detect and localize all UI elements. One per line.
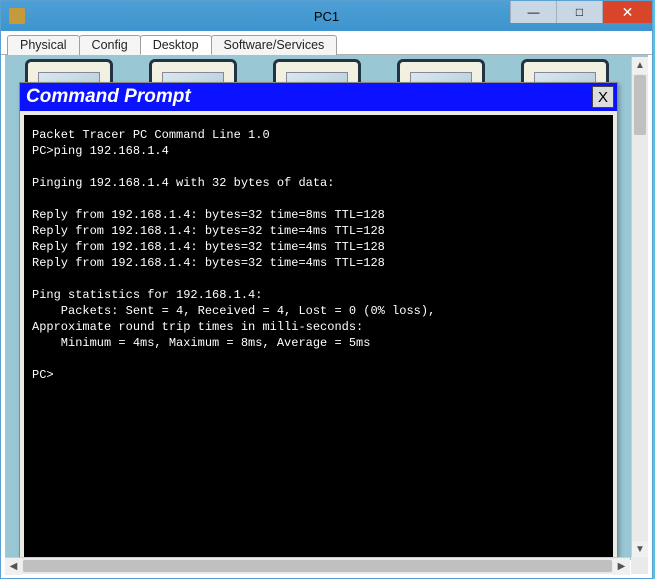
minimize-button[interactable]: — (510, 1, 556, 23)
tab-software-services[interactable]: Software/Services (211, 35, 338, 55)
command-prompt-window: Command Prompt X Packet Tracer PC Comman… (19, 82, 618, 560)
tab-physical[interactable]: Physical (7, 35, 80, 55)
scroll-left-icon[interactable]: ◀ (5, 558, 22, 575)
tab-bar: Physical Config Desktop Software/Service… (1, 31, 652, 55)
command-prompt-titlebar[interactable]: Command Prompt X (20, 83, 617, 111)
tab-config[interactable]: Config (79, 35, 141, 55)
app-icon (9, 8, 25, 24)
close-button[interactable]: ✕ (602, 1, 652, 23)
scroll-corner (631, 557, 648, 574)
maximize-button[interactable]: □ (556, 1, 602, 23)
desktop-area: Command Prompt X Packet Tracer PC Comman… (5, 55, 648, 560)
outer-titlebar[interactable]: PC1 — □ ✕ (1, 1, 652, 31)
command-prompt-close-button[interactable]: X (592, 86, 614, 108)
window-controls: — □ ✕ (510, 1, 652, 23)
horizontal-scrollbar[interactable]: ◀ ▶ (5, 557, 630, 574)
vertical-scroll-thumb[interactable] (634, 75, 646, 135)
scroll-down-icon[interactable]: ▼ (632, 541, 648, 558)
vertical-scrollbar[interactable]: ▲ ▼ (631, 57, 648, 558)
command-prompt-terminal[interactable]: Packet Tracer PC Command Line 1.0 PC>pin… (24, 115, 613, 560)
horizontal-scroll-thumb[interactable] (23, 560, 612, 572)
scroll-up-icon[interactable]: ▲ (632, 57, 648, 74)
scroll-right-icon[interactable]: ▶ (613, 558, 630, 575)
command-prompt-title: Command Prompt (26, 86, 191, 108)
pc1-window: PC1 — □ ✕ Physical Config Desktop Softwa… (0, 0, 653, 579)
tab-desktop[interactable]: Desktop (140, 35, 212, 55)
